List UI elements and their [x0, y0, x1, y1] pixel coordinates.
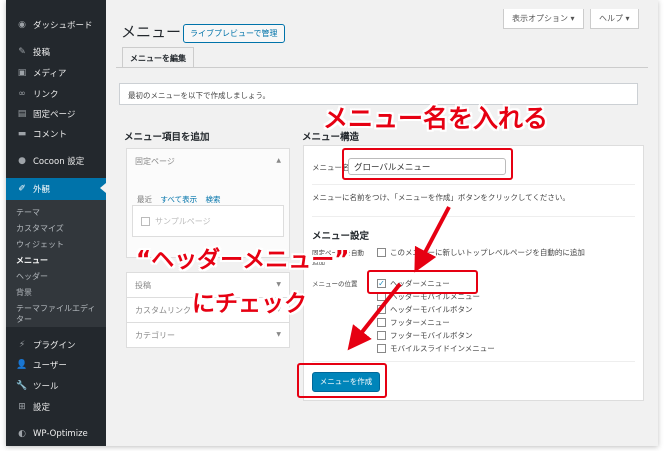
submenu-item-background[interactable]: 背景 [16, 287, 32, 298]
accordion-label: 投稿 [135, 281, 151, 290]
tool-icon: 🔧 [16, 381, 28, 391]
comment-icon: ▬ [17, 129, 27, 139]
sidebar-item-label: ユーザー [33, 361, 67, 371]
location-row-footer-menu: フッターメニュー [377, 317, 450, 328]
sidebar-item-media[interactable]: ▣ メディア [6, 63, 106, 83]
auto-add-checkbox[interactable] [377, 248, 386, 257]
sidebar-item-label: コメント [33, 130, 68, 140]
sidebar-item-label: 投稿 [33, 48, 51, 58]
header-mobile-button-checkbox[interactable] [377, 305, 386, 314]
tab-recent[interactable]: 最近 [137, 195, 152, 204]
add-menu-items-heading: メニュー項目を追加 [124, 132, 210, 143]
accordion-header-fixed-pages[interactable]: 固定ページ ▲ [127, 149, 289, 174]
location-label: ヘッダーモバイルボタン [390, 305, 473, 314]
accordion-label: 固定ページ [135, 157, 175, 166]
divider [312, 184, 635, 185]
sidebar-item-label: ツール [33, 382, 59, 392]
sidebar-item-label: 固定ページ [33, 110, 76, 120]
footer-mobile-button-checkbox[interactable] [377, 331, 386, 340]
accordion-category[interactable]: カテゴリー ▼ [126, 322, 290, 348]
tab-edit-menus[interactable]: メニューを編集 [122, 47, 194, 68]
sidebar-item-label: Cocoon 設定 [33, 157, 85, 167]
mobile-slide-in-checkbox[interactable] [377, 344, 386, 353]
caret-down-icon: ▼ [276, 331, 281, 338]
appearance-icon: ✐ [18, 184, 26, 194]
main-content: 表示オプション ▾ ヘルプ ▾ メニュー ライブプレビューで管理 メニューを編集… [106, 0, 658, 446]
user-icon: 👤 [16, 360, 28, 370]
location-row-footer-mobile-button: フッターモバイルボタン [377, 330, 473, 341]
submenu-item-customize[interactable]: カスタマイズ [16, 223, 64, 234]
location-label: フッターメニュー [390, 318, 450, 327]
pin-icon: ✎ [18, 47, 26, 57]
wordpress-admin-screen: ◉ ダッシュボード ✎ 投稿 ▣ メディア ∞ リンク ▤ 固定ページ ▬ コメント ● Co… [6, 0, 658, 446]
sidebar-item-pages[interactable]: ▤ 固定ページ [6, 104, 106, 124]
sidebar-item-appearance[interactable]: ✐ 外観 [6, 178, 106, 200]
sidebar-item-label: リンク [33, 90, 59, 100]
screen-options-button[interactable]: 表示オプション ▾ [503, 9, 584, 29]
sidebar-item-label: メディア [33, 69, 67, 79]
page-icon: ▤ [17, 109, 27, 119]
sidebar-item-plugins[interactable]: ⚡ プラグイン [6, 335, 106, 355]
submenu-item-theme[interactable]: テーマ [16, 207, 40, 218]
tab-divider [116, 67, 648, 68]
link-icon: ∞ [18, 89, 26, 99]
help-button[interactable]: ヘルプ ▾ [590, 9, 639, 29]
plugin-icon: ⚡ [18, 340, 26, 350]
sidebar-item-tools[interactable]: 🔧 ツール [6, 376, 106, 396]
location-label: フッターモバイルボタン [390, 331, 473, 340]
sidebar-item-label: 外観 [33, 185, 51, 195]
page-title: メニュー [121, 23, 182, 41]
sidebar-item-links[interactable]: ∞ リンク [6, 84, 106, 104]
optimize-icon: ◐ [18, 429, 26, 439]
location-label: モバイルスライドインメニュー [390, 344, 495, 353]
sidebar-item-label: WP-Optimize [33, 429, 88, 439]
annotation-check-line1: “ヘッダーメニュー” [136, 247, 350, 273]
sidebar-item-wp-optimize[interactable]: ◐ WP-Optimize [6, 424, 106, 444]
live-preview-button[interactable]: ライブプレビューで管理 [183, 24, 285, 43]
menu-location-label: メニューの位置 [312, 280, 358, 288]
submenu-item-menus[interactable]: メニュー [16, 255, 48, 266]
submenu-item-widgets[interactable]: ウィジェット [16, 239, 64, 250]
divider [312, 361, 635, 362]
sidebar-item-label: 設定 [33, 403, 51, 413]
sidebar-item-label: プラグイン [33, 341, 76, 351]
page-list-box: サンプルページ [132, 205, 284, 237]
media-icon: ▣ [17, 68, 27, 78]
annotation-check-line2: にチェック [192, 291, 307, 317]
annotation-menu-name: メニュー名を入れる [323, 104, 549, 133]
caret-up-icon: ▲ [276, 157, 281, 164]
sample-page-label: サンプルページ [155, 217, 211, 226]
footer-menu-checkbox[interactable] [377, 318, 386, 327]
menu-name-hint: メニューに名前をつけ、「メニューを作成」ボタンをクリックしてください。 [312, 193, 570, 202]
location-row-header-mobile-button: ヘッダーモバイルボタン [377, 304, 473, 315]
accordion-label: カスタムリンク [135, 306, 191, 315]
submenu-item-header[interactable]: ヘッダー [16, 271, 48, 282]
submenu-item-theme-editor[interactable]: テーマファイルエディター [16, 303, 102, 325]
dashboard-icon: ◉ [18, 20, 26, 30]
highlight-header-menu [367, 270, 478, 294]
sidebar-item-dashboard[interactable]: ◉ ダッシュボード [6, 15, 106, 35]
accordion-label: カテゴリー [135, 331, 175, 340]
auto-add-option-label: このメニューに新しいトップレベルページを自動的に追加 [390, 248, 585, 257]
sidebar-item-cocoon[interactable]: ● Cocoon 設定 [6, 151, 106, 171]
auto-add-row: このメニューに新しいトップレベルページを自動的に追加 [377, 247, 585, 258]
sidebar-item-settings[interactable]: ⊞ 設定 [6, 397, 106, 417]
tab-search[interactable]: 検索 [205, 195, 220, 204]
sidebar-item-comments[interactable]: ▬ コメント [6, 124, 106, 144]
divider [312, 216, 635, 217]
appearance-submenu: テーマ カスタマイズ ウィジェット メニュー ヘッダー 背景 テーマファイルエデ… [6, 200, 106, 327]
cocoon-icon: ● [18, 156, 26, 166]
sidebar-item-users[interactable]: 👤 ユーザー [6, 355, 106, 375]
highlight-create-button [297, 363, 387, 398]
settings-icon: ⊞ [18, 402, 26, 412]
highlight-menu-name [342, 148, 513, 180]
admin-sidebar: ◉ ダッシュボード ✎ 投稿 ▣ メディア ∞ リンク ▤ 固定ページ ▬ コメント ● Co… [6, 0, 106, 446]
sample-page-checkbox[interactable] [141, 217, 150, 226]
sidebar-item-label: ダッシュボード [33, 21, 93, 31]
sidebar-item-posts[interactable]: ✎ 投稿 [6, 42, 106, 62]
tab-view-all[interactable]: すべて表示 [160, 195, 197, 204]
location-row-mobile-slide-in: モバイルスライドインメニュー [377, 343, 495, 354]
page-tabs: 最近 すべて表示 検索 [137, 194, 226, 205]
